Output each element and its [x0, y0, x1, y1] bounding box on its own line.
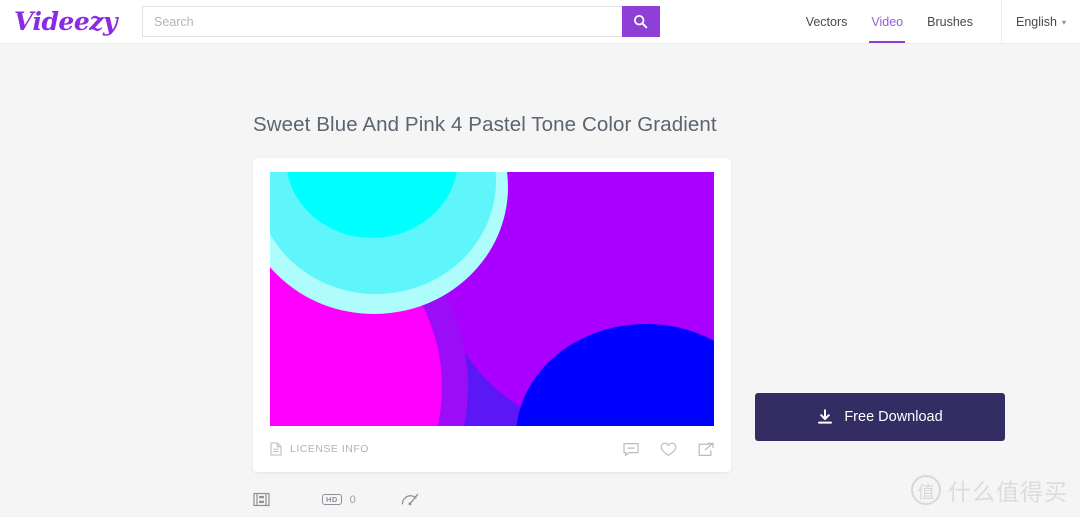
nav-link-video[interactable]: Video [859, 0, 915, 43]
search-input[interactable] [142, 6, 622, 37]
video-preview[interactable] [270, 172, 714, 426]
share-icon [698, 442, 714, 457]
nav-link-vectors[interactable]: Vectors [794, 0, 860, 43]
watermark-logo-icon: 值 [911, 475, 941, 505]
share-button[interactable] [698, 442, 714, 457]
page-title: Sweet Blue And Pink 4 Pastel Tone Color … [253, 113, 717, 137]
language-selector[interactable]: English ▾ [1016, 15, 1080, 29]
download-icon [817, 409, 833, 425]
film-strip-icon [253, 492, 270, 507]
search-button[interactable] [622, 6, 660, 37]
primary-nav: Vectors Video Brushes English ▾ [794, 0, 1080, 43]
hd-badge: HD [322, 494, 342, 506]
chevron-down-icon: ▾ [1062, 18, 1066, 27]
site-logo[interactable]: Videezy [14, 9, 117, 34]
free-download-button[interactable]: Free Download [755, 393, 1005, 441]
search-icon [633, 14, 648, 29]
search-bar [142, 6, 660, 37]
document-icon [270, 442, 282, 456]
favorite-button[interactable] [660, 442, 677, 457]
free-download-label: Free Download [844, 409, 942, 425]
heart-icon [660, 442, 677, 457]
comment-button[interactable] [623, 442, 639, 457]
license-info-label: LICENSE INFO [290, 443, 369, 455]
comment-icon [623, 442, 639, 457]
page-body: Sweet Blue And Pink 4 Pastel Tone Color … [0, 44, 1080, 517]
watermark-text: 什么值得买 [948, 473, 1068, 507]
language-label: English [1016, 15, 1057, 29]
speed-item [401, 492, 420, 507]
card-footer: LICENSE INFO [270, 426, 714, 472]
card-actions [623, 442, 714, 457]
nav-link-brushes[interactable]: Brushes [915, 0, 985, 43]
speedometer-icon [401, 492, 420, 507]
quality-item: HD 0 [322, 494, 356, 506]
watermark: 值 什么值得买 [911, 473, 1068, 507]
license-info-link[interactable]: LICENSE INFO [270, 442, 369, 456]
film-strip-item [253, 492, 270, 507]
hd-count: 0 [350, 494, 356, 506]
video-meta-row: HD 0 [253, 492, 420, 507]
video-card: LICENSE INFO [253, 158, 731, 472]
nav-divider [1001, 0, 1002, 44]
site-header: Videezy Vectors Video Brushes English ▾ [0, 0, 1080, 44]
